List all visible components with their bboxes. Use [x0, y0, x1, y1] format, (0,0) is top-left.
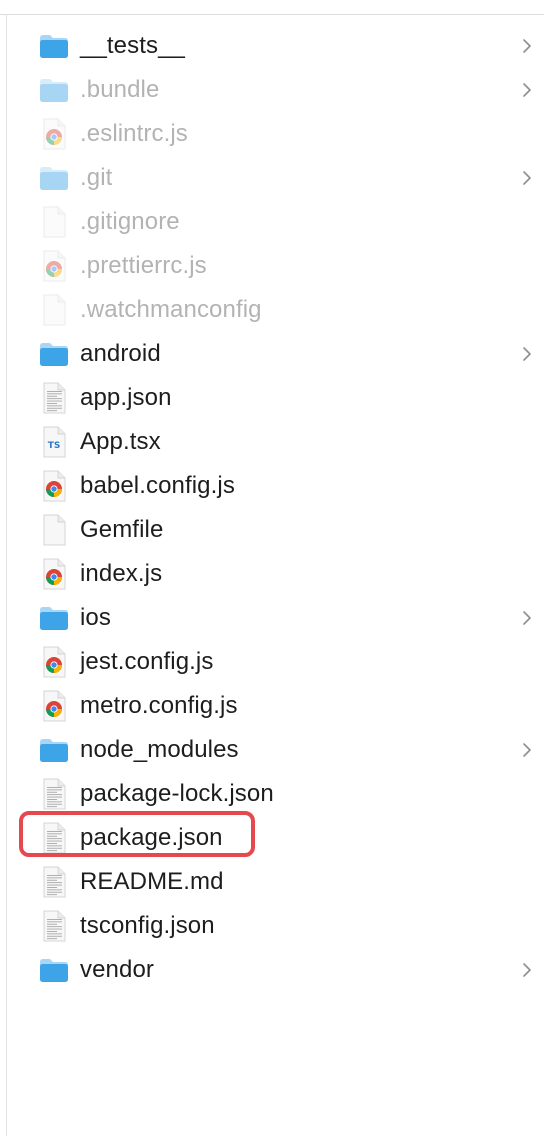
- blank-file-icon: [38, 513, 70, 547]
- file-name-label: app.json: [80, 384, 172, 411]
- chevron-right-icon[interactable]: [520, 740, 534, 760]
- file-name-label: android: [80, 340, 161, 367]
- folder-icon: [38, 953, 70, 987]
- file-row[interactable]: Gemfile: [0, 508, 544, 552]
- file-row[interactable]: .watchmanconfig: [0, 288, 544, 332]
- file-row[interactable]: tsconfig.json: [0, 904, 544, 948]
- file-name-label: .watchmanconfig: [80, 296, 262, 323]
- folder-icon: [38, 337, 70, 371]
- file-row[interactable]: README.md: [0, 860, 544, 904]
- folder-row[interactable]: android: [0, 332, 544, 376]
- chrome-js-icon: [38, 469, 70, 503]
- top-divider: [0, 14, 544, 15]
- text-document-icon: [38, 865, 70, 899]
- file-name-label: App.tsx: [80, 428, 161, 455]
- folder-icon: [38, 161, 70, 195]
- chrome-js-icon: [38, 645, 70, 679]
- blank-file-icon: [38, 293, 70, 327]
- file-row[interactable]: babel.config.js: [0, 464, 544, 508]
- folder-row[interactable]: .git: [0, 156, 544, 200]
- chrome-js-icon: [38, 117, 70, 151]
- file-row[interactable]: metro.config.js: [0, 684, 544, 728]
- file-name-label: node_modules: [80, 736, 239, 763]
- chrome-js-icon: [38, 557, 70, 591]
- folder-icon: [38, 29, 70, 63]
- file-name-label: README.md: [80, 868, 224, 895]
- file-name-label: Gemfile: [80, 516, 164, 543]
- file-name-label: index.js: [80, 560, 163, 587]
- chevron-right-icon[interactable]: [520, 36, 534, 56]
- blank-file-icon: [38, 205, 70, 239]
- finder-window: __tests__ .bundle .eslintrc.js .git .gitigno…: [0, 0, 544, 1136]
- chevron-right-icon[interactable]: [520, 80, 534, 100]
- folder-row[interactable]: .bundle: [0, 68, 544, 112]
- file-name-label: tsconfig.json: [80, 912, 215, 939]
- folder-row[interactable]: vendor: [0, 948, 544, 992]
- file-name-label: .prettierrc.js: [80, 252, 207, 279]
- folder-row[interactable]: __tests__: [0, 24, 544, 68]
- folder-icon: [38, 73, 70, 107]
- chrome-js-icon: [38, 689, 70, 723]
- chevron-right-icon[interactable]: [520, 168, 534, 188]
- chevron-right-icon[interactable]: [520, 344, 534, 364]
- file-row[interactable]: package.json: [0, 816, 544, 860]
- file-name-label: __tests__: [80, 32, 185, 59]
- file-name-label: .git: [80, 164, 113, 191]
- file-row[interactable]: index.js: [0, 552, 544, 596]
- file-name-label: .bundle: [80, 76, 160, 103]
- text-document-icon: [38, 381, 70, 415]
- folder-icon: [38, 733, 70, 767]
- text-document-icon: [38, 821, 70, 855]
- file-row[interactable]: jest.config.js: [0, 640, 544, 684]
- file-row[interactable]: TS App.tsx: [0, 420, 544, 464]
- file-row[interactable]: .eslintrc.js: [0, 112, 544, 156]
- file-row[interactable]: app.json: [0, 376, 544, 420]
- file-row[interactable]: .prettierrc.js: [0, 244, 544, 288]
- folder-row[interactable]: ios: [0, 596, 544, 640]
- text-document-icon: [38, 777, 70, 811]
- folder-icon: [38, 601, 70, 635]
- file-name-label: ios: [80, 604, 111, 631]
- text-document-icon: [38, 909, 70, 943]
- file-row[interactable]: .gitignore: [0, 200, 544, 244]
- file-row[interactable]: package-lock.json: [0, 772, 544, 816]
- file-list: __tests__ .bundle .eslintrc.js .git .gitigno…: [0, 24, 544, 992]
- file-name-label: .gitignore: [80, 208, 180, 235]
- typescript-file-icon: TS: [38, 425, 70, 459]
- folder-row[interactable]: node_modules: [0, 728, 544, 772]
- file-name-label: metro.config.js: [80, 692, 238, 719]
- file-name-label: jest.config.js: [80, 648, 214, 675]
- chevron-right-icon[interactable]: [520, 960, 534, 980]
- chevron-right-icon[interactable]: [520, 608, 534, 628]
- file-name-label: babel.config.js: [80, 472, 235, 499]
- file-name-label: package.json: [80, 824, 223, 851]
- file-name-label: package-lock.json: [80, 780, 274, 807]
- file-name-label: vendor: [80, 956, 154, 983]
- svg-text:TS: TS: [48, 441, 61, 451]
- file-name-label: .eslintrc.js: [80, 120, 188, 147]
- chrome-js-icon: [38, 249, 70, 283]
